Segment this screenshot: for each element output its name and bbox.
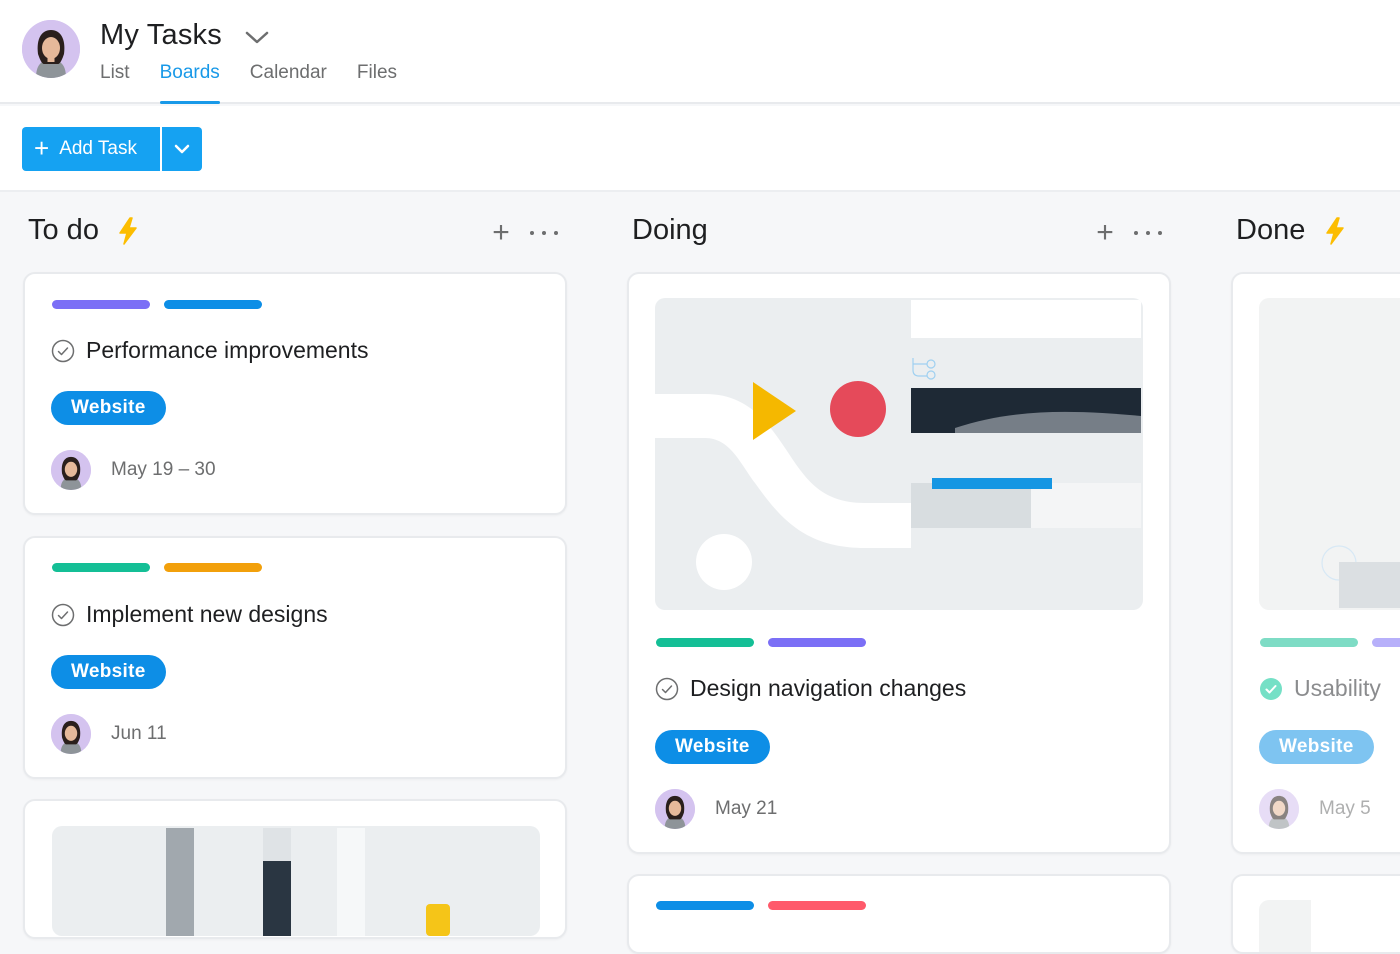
column-actions: + [488, 218, 558, 248]
lightning-bolt-icon [1326, 216, 1344, 245]
due-date: Jun 11 [111, 723, 167, 744]
task-name[interactable]: Design navigation changes [690, 675, 966, 702]
task-card[interactable] [23, 799, 567, 939]
tag-bar [656, 638, 754, 647]
tab-files[interactable]: Files [357, 62, 397, 104]
user-avatar[interactable] [22, 20, 80, 78]
card-tags [656, 901, 880, 910]
tag-bar [656, 901, 754, 910]
more-horizontal-icon[interactable] [530, 229, 558, 237]
tag-bar [768, 901, 866, 910]
due-date: May 5 [1319, 798, 1371, 819]
card-tags [1260, 638, 1400, 647]
task-card[interactable]: Implement new designs Website Jun 11 [23, 536, 567, 779]
card-tags [52, 563, 276, 572]
tag-bar [164, 563, 262, 572]
add-task-button-group: + Add Task [22, 127, 202, 171]
check-circle-filled-icon[interactable] [1259, 677, 1283, 701]
project-pill[interactable]: Website [51, 655, 166, 689]
check-circle-icon[interactable] [51, 603, 75, 627]
column-header-doing: Doing [632, 214, 708, 254]
view-tabs: List Boards Calendar Files [100, 62, 427, 104]
column-header-done: Done [1236, 214, 1348, 254]
chevron-down-icon [174, 144, 190, 154]
task-name[interactable]: Usability [1294, 675, 1381, 702]
tag-bar [1372, 638, 1400, 647]
project-pill[interactable]: Website [655, 730, 770, 764]
card-cover-image [655, 298, 1143, 610]
plus-icon: + [34, 132, 50, 163]
task-card[interactable] [1231, 874, 1400, 954]
tab-calendar[interactable]: Calendar [250, 62, 327, 104]
task-name[interactable]: Performance improvements [86, 337, 369, 364]
tag-bar [1260, 638, 1358, 647]
lightning-bolt-icon [119, 216, 138, 245]
check-circle-icon[interactable] [655, 677, 679, 701]
card-cover-image [1259, 298, 1400, 610]
task-meta: May 19 – 30 [51, 450, 216, 490]
add-task-label: Add Task [59, 138, 137, 159]
due-date: May 19 – 30 [111, 459, 216, 480]
more-horizontal-icon[interactable] [1134, 229, 1162, 237]
card-cover-image [52, 826, 540, 936]
check-circle-icon[interactable] [51, 339, 75, 363]
task-card[interactable]: Performance improvements Website May 19 … [23, 272, 567, 515]
tag-bar [52, 300, 150, 309]
assignee-avatar[interactable] [51, 450, 91, 490]
assignee-avatar[interactable] [655, 789, 695, 829]
column-title: Done [1236, 214, 1306, 246]
assignee-avatar[interactable] [1259, 789, 1299, 829]
add-card-plus-icon[interactable]: + [488, 218, 514, 248]
due-date: May 21 [715, 798, 778, 819]
task-name[interactable]: Implement new designs [86, 601, 328, 628]
task-title-row: Implement new designs [51, 601, 328, 628]
tab-list[interactable]: List [100, 62, 130, 104]
add-task-dropdown-button[interactable] [162, 127, 202, 171]
project-pill[interactable]: Website [51, 391, 166, 425]
task-meta: May 5 [1259, 789, 1371, 829]
tag-bar [768, 638, 866, 647]
column-title: Doing [632, 214, 708, 246]
tag-bar [52, 563, 150, 572]
task-title-row: Design navigation changes [655, 675, 966, 702]
task-card[interactable]: Design navigation changes Website May 21 [627, 272, 1171, 854]
project-pill[interactable]: Website [1259, 730, 1374, 764]
add-task-button[interactable]: + Add Task [22, 127, 160, 171]
tab-boards[interactable]: Boards [159, 62, 220, 104]
task-title-row: Usability [1259, 675, 1381, 702]
add-card-plus-icon[interactable]: + [1092, 218, 1118, 248]
column-header-todo: To do [28, 214, 141, 254]
task-meta: Jun 11 [51, 714, 167, 754]
task-title-row: Performance improvements [51, 337, 369, 364]
task-meta: May 21 [655, 789, 777, 829]
card-tags [656, 638, 880, 647]
assignee-avatar[interactable] [51, 714, 91, 754]
chevron-down-icon[interactable] [244, 28, 270, 46]
column-title: To do [28, 214, 99, 246]
page-header: My Tasks List Boards Calendar Files [0, 0, 1400, 104]
toolbar: + Add Task [0, 106, 1400, 192]
task-card[interactable] [627, 874, 1171, 954]
card-tags [52, 300, 276, 309]
tag-bar [164, 300, 262, 309]
column-actions: + [1092, 218, 1162, 248]
card-cover-image [1259, 900, 1400, 952]
page-title: My Tasks [100, 19, 222, 51]
task-card[interactable]: Usability Website May 5 [1231, 272, 1400, 854]
